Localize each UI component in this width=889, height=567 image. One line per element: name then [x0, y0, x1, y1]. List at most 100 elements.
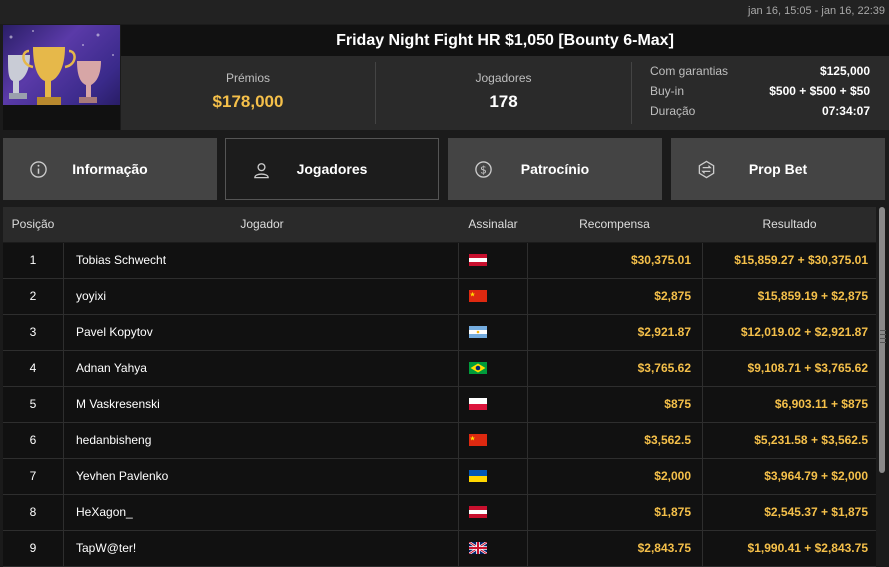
player-name-cell[interactable]: M Vaskresenski — [76, 387, 456, 422]
poland-flag-icon — [469, 398, 487, 410]
reward-cell: $2,000 — [654, 469, 691, 483]
player-name-cell[interactable]: Tobias Schwecht — [76, 243, 456, 278]
result-cell: $12,019.02 + $2,921.87 — [740, 325, 868, 339]
ukraine-flag-icon — [469, 470, 487, 482]
reward-cell: $2,875 — [654, 289, 691, 303]
detail-value: $125,000 — [819, 64, 870, 78]
detail-value: $500 + $500 + $50 — [769, 84, 870, 98]
detail-label: Com garantias — [650, 64, 729, 78]
tab-sponsorship[interactable]: $ Patrocínio — [448, 138, 662, 200]
result-cell: $3,964.79 + $2,000 — [764, 469, 868, 483]
column-divider — [63, 423, 64, 459]
flag-cell — [469, 243, 487, 278]
tab-prop-bet[interactable]: Prop Bet — [671, 138, 885, 200]
china-flag-icon — [469, 290, 487, 302]
player-name-cell[interactable]: hedanbisheng — [76, 423, 456, 458]
tournament-dates: jan 16, 15:05 - jan 16, 22:39 — [748, 5, 885, 17]
column-divider — [63, 351, 64, 387]
flag-cell — [469, 459, 487, 494]
position-cell: 2 — [29, 289, 37, 303]
header-player[interactable]: Jogador — [64, 207, 460, 242]
players-table: Posição Jogador Assinalar Recompensa Res… — [3, 207, 876, 567]
reward-cell: $2,921.87 — [637, 325, 691, 339]
date-bar: jan 16, 15:05 - jan 16, 22:39 — [0, 0, 889, 24]
column-divider — [63, 279, 64, 315]
table-row[interactable]: 5 M Vaskresenski $875 $6,903.11 + $875 — [3, 387, 876, 423]
scrollbar-grip-icon — [880, 330, 886, 343]
austria-flag-icon — [469, 506, 487, 518]
china-flag-icon — [469, 434, 487, 446]
table-row[interactable]: 3 Pavel Kopytov $2,921.87 $12,019.02 + $2,9… — [3, 315, 876, 351]
result-cell: $2,545.37 + $1,875 — [764, 505, 868, 519]
table-row[interactable]: 4 Adnan Yahya $3,765.62 $9,108.71 + $3,765.… — [3, 351, 876, 387]
players-value: 178 — [489, 92, 518, 111]
flag-cell — [469, 279, 487, 314]
header-reward[interactable]: Recompensa — [527, 207, 702, 242]
position-cell: 7 — [29, 469, 37, 483]
reward-cell: $30,375.01 — [630, 253, 691, 267]
prizes-label: Prémios — [225, 71, 270, 85]
table-row[interactable]: 8 HeXagon_ $1,875 $2,545.37 + $1,875 — [3, 495, 876, 531]
detail-buyin: Buy-in $500 + $500 + $50 — [650, 84, 870, 104]
column-divider — [63, 315, 64, 351]
column-divider — [63, 243, 64, 279]
player-name-cell[interactable]: Yevhen Pavlenko — [76, 459, 456, 494]
players-label: Jogadores — [475, 71, 532, 85]
result-cell: $6,903.11 + $875 — [774, 397, 868, 411]
brazil-flag-icon — [469, 362, 487, 374]
flag-cell — [469, 495, 487, 530]
column-divider — [458, 315, 459, 351]
prop-bet-icon — [698, 160, 715, 179]
table-row[interactable]: 1 Tobias Schwecht $30,375.01 $15,859.27 + $… — [3, 243, 876, 279]
position-cell: 3 — [29, 325, 37, 339]
player-name-cell[interactable]: HeXagon_ — [76, 495, 456, 530]
table-row[interactable]: 2 yoyixi $2,875 $15,859.19 + $2,875 — [3, 279, 876, 315]
flag-cell — [469, 387, 487, 422]
prizes-stat: Prémios $178,000 — [121, 56, 375, 130]
result-cell: $1,990.41 + $2,843.75 — [747, 541, 868, 555]
result-cell: $9,108.71 + $3,765.62 — [747, 361, 868, 375]
position-cell: 4 — [29, 361, 37, 375]
reward-cell: $3,765.62 — [637, 361, 691, 375]
tournament-title: Friday Night Fight HR $1,050 [Bounty 6-M… — [121, 25, 889, 56]
header-result[interactable]: Resultado — [703, 207, 876, 242]
player-name-cell[interactable]: yoyixi — [76, 279, 456, 314]
trophy-image — [3, 25, 120, 130]
table-scrollbar[interactable] — [877, 207, 889, 567]
player-name-cell[interactable]: Pavel Kopytov — [76, 315, 456, 350]
flag-cell — [469, 423, 487, 458]
info-icon — [30, 161, 47, 178]
column-divider — [63, 387, 64, 423]
detail-duration: Duração 07:34:07 — [650, 104, 870, 124]
position-cell: 5 — [29, 397, 37, 411]
tab-players[interactable]: Jogadores — [225, 138, 439, 200]
column-divider — [458, 423, 459, 459]
players-stat: Jogadores 178 — [376, 56, 631, 130]
flag-cell — [469, 531, 487, 566]
table-row[interactable]: 6 hedanbisheng $3,562.5 $5,231.58 + $3,562.… — [3, 423, 876, 459]
table-row[interactable]: 9 TapW@ter! $2,843.75 $1,990.41 + $2,843.75 — [3, 531, 876, 567]
column-divider — [63, 531, 64, 567]
column-divider — [458, 351, 459, 387]
uk-flag-icon — [469, 542, 487, 554]
austria-flag-icon — [469, 254, 487, 266]
header-flag[interactable]: Assinalar — [460, 207, 526, 242]
reward-cell: $875 — [664, 397, 691, 411]
result-cell: $15,859.27 + $30,375.01 — [734, 253, 868, 267]
tab-information[interactable]: Informação — [3, 138, 217, 200]
table-row[interactable]: 7 Yevhen Pavlenko $2,000 $3,964.79 + $2,000 — [3, 459, 876, 495]
player-name-cell[interactable]: Adnan Yahya — [76, 351, 456, 386]
column-divider — [458, 531, 459, 567]
detail-label: Duração — [650, 104, 696, 118]
position-cell: 9 — [29, 541, 37, 555]
result-cell: $15,859.19 + $2,875 — [757, 289, 868, 303]
stats-divider — [631, 62, 632, 124]
position-cell: 6 — [29, 433, 37, 447]
column-divider — [458, 495, 459, 531]
column-divider — [458, 243, 459, 279]
tab-bar: Informação Jogadores $ Patrocínio Prop B… — [3, 138, 889, 200]
player-name-cell[interactable]: TapW@ter! — [76, 531, 456, 566]
tournament-stats: Prémios $178,000 Jogadores 178 Com garan… — [121, 56, 889, 130]
column-divider — [63, 459, 64, 495]
header-position[interactable]: Posição — [3, 207, 63, 242]
